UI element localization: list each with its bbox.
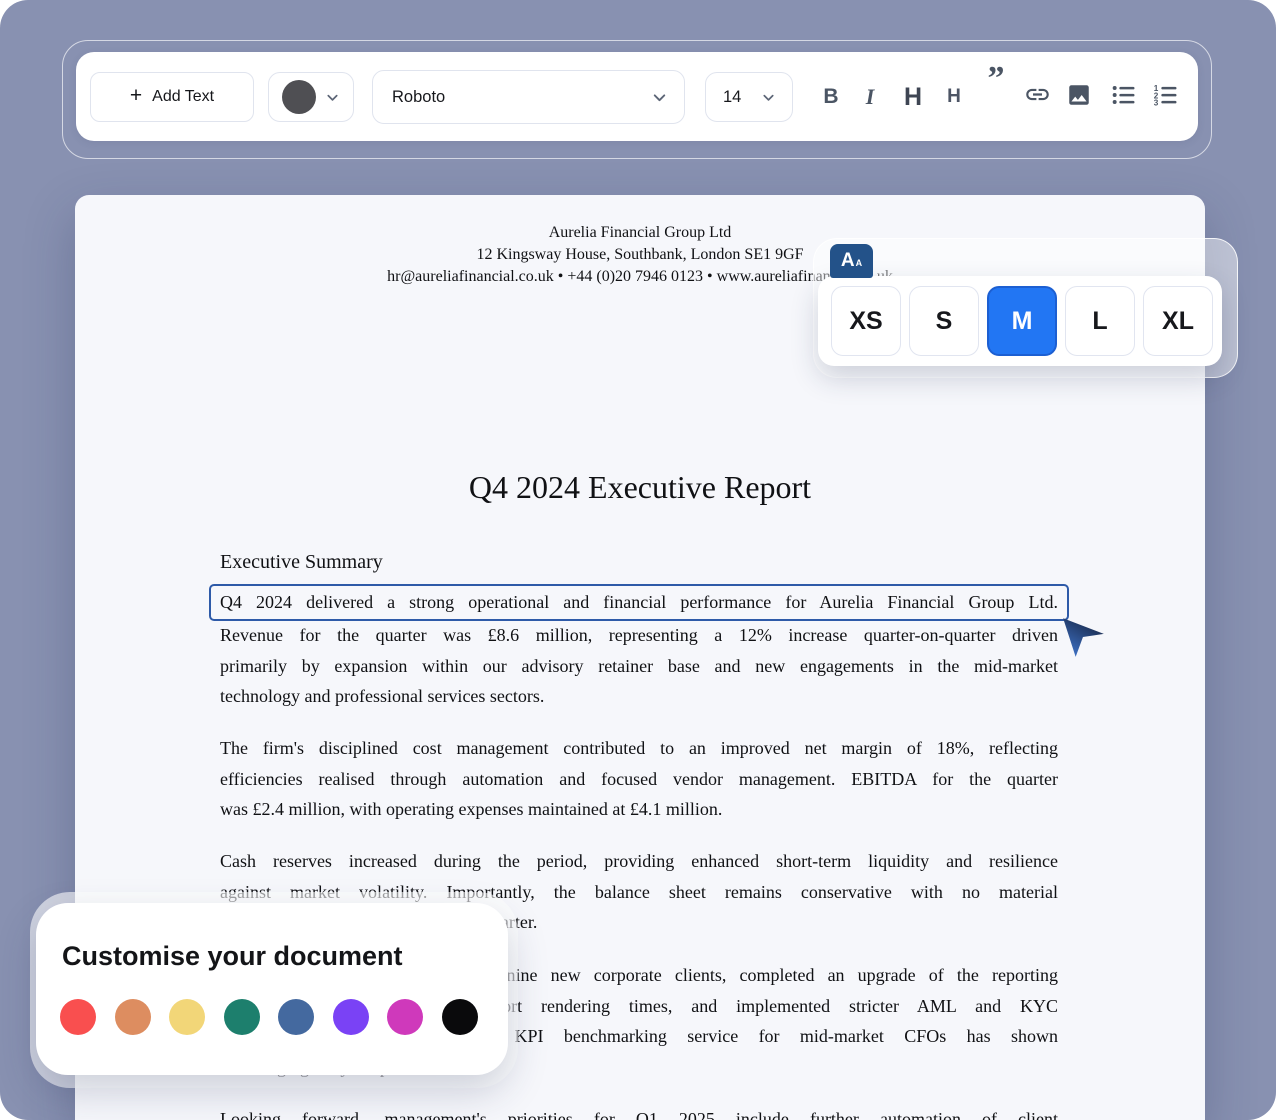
font-family-value: Roboto [392,88,445,107]
doc-line: was £2.4 million, with operating expense… [220,794,1058,825]
app-background: + Add Text Roboto 14 [0,0,1276,1120]
bullet-list-button[interactable] [1104,77,1144,117]
image-icon [1066,82,1092,113]
font-size-popup-toggle[interactable]: Aa [830,244,873,278]
chevron-down-icon [325,90,340,105]
link-icon [1024,81,1051,113]
paragraph-2: The firm's disciplined cost management c… [220,733,1058,825]
insert-image-button[interactable] [1059,77,1099,117]
heading2-button[interactable]: H [934,77,974,117]
chevron-down-icon [761,90,776,105]
font-size-select[interactable]: 14 [705,72,793,122]
customise-popup-title: Customise your document [62,941,508,972]
size-option-l[interactable]: L [1065,286,1135,356]
link-button[interactable] [1017,77,1057,117]
add-text-button[interactable]: + Add Text [90,72,254,122]
paragraph-5: Looking forward, management's priorities… [220,1104,1058,1120]
colour-swatch-yellow[interactable] [169,999,205,1035]
selected-text-line: Q4 2024 delivered a strong operational a… [220,587,1058,618]
colour-swatch-magenta[interactable] [387,999,423,1035]
heading1-button[interactable]: H [893,77,933,117]
numbered-list-button[interactable]: 123 [1146,77,1186,117]
font-size-value: 14 [723,88,741,107]
section-heading: Executive Summary [220,551,383,574]
plus-icon: + [130,84,142,108]
bold-button[interactable]: B [811,77,851,117]
colour-swatch-purple[interactable] [333,999,369,1035]
size-option-xs[interactable]: XS [831,286,901,356]
doc-line: Cash reserves increased during the perio… [220,846,1058,877]
aa-icon: A [841,250,855,272]
chevron-down-icon [651,89,668,106]
doc-line: technology and professional services sec… [220,681,1058,712]
add-text-label: Add Text [152,88,214,106]
numbered-list-icon: 123 [1152,81,1180,114]
colour-swatch-blue[interactable] [278,999,314,1035]
paragraph-1: Revenue for the quarter was £8.6 million… [220,620,1058,712]
doc-line: Revenue for the quarter was £8.6 million… [220,620,1058,651]
doc-line: Looking forward, management's priorities… [220,1104,1058,1120]
colour-swatch-teal[interactable] [224,999,260,1035]
doc-line: efficiencies realised through automation… [220,764,1058,795]
toolbar: + Add Text Roboto 14 [76,52,1198,141]
font-size-popup: XS S M L XL [818,276,1222,366]
size-option-xl[interactable]: XL [1143,286,1213,356]
customise-popup: Customise your document [36,903,508,1075]
font-family-select[interactable]: Roboto [372,70,685,124]
colour-swatch-red[interactable] [60,999,96,1035]
colour-swatch-row [60,999,508,1035]
doc-line: The firm's disciplined cost management c… [220,733,1058,764]
size-option-s[interactable]: S [909,286,979,356]
document-title: Q4 2024 Executive Report [75,467,1205,507]
bullet-list-icon [1110,81,1138,114]
colour-swatch-black[interactable] [442,999,478,1035]
mouse-cursor-icon [1060,612,1108,665]
text-color-dropdown[interactable] [268,72,354,122]
size-option-m[interactable]: M [987,286,1057,356]
color-swatch-icon [282,80,316,114]
screen: + Add Text Roboto 14 [0,0,1276,1120]
doc-line: primarily by expansion within our adviso… [220,651,1058,682]
colour-swatch-orange[interactable] [115,999,151,1035]
italic-button[interactable]: I [850,77,890,117]
svg-text:3: 3 [1154,98,1159,107]
blockquote-button[interactable]: ” [976,59,1016,99]
